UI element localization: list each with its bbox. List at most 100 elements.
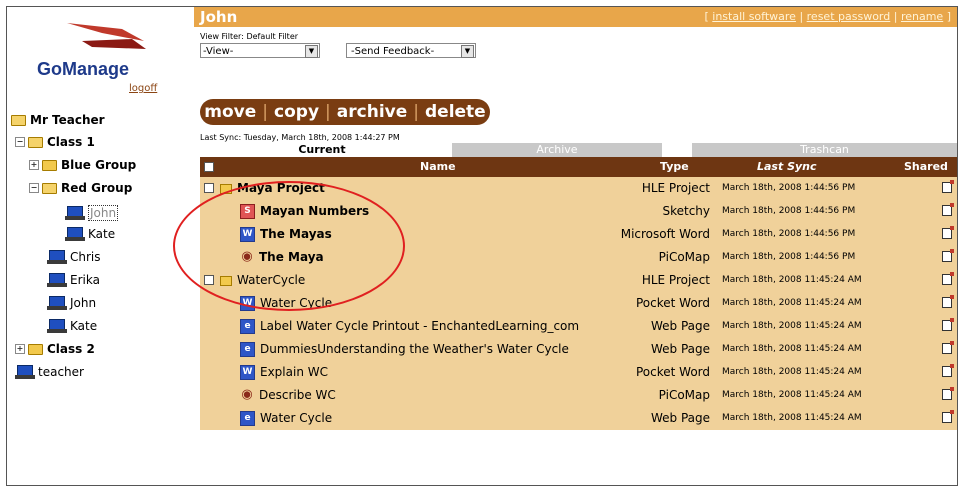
table-row[interactable]: e Label Water Cycle Printout - EnchantedL… [200, 315, 957, 338]
tree-node-class-2[interactable]: + Class 2 [15, 342, 95, 356]
tree-node-class-1[interactable]: − Class 1 [15, 135, 95, 149]
share-icon[interactable] [942, 341, 954, 354]
collapse-icon[interactable]: − [15, 137, 25, 147]
move-button[interactable]: move [204, 102, 256, 122]
row-name[interactable]: e DummiesUnderstanding the Weather's Wate… [240, 338, 569, 361]
dropdown-arrow-icon[interactable]: ▼ [305, 45, 318, 58]
folder-icon [11, 114, 26, 126]
row-checkbox[interactable] [204, 183, 214, 193]
row-name[interactable]: W Explain WC [240, 361, 328, 384]
share-icon[interactable] [942, 272, 954, 285]
tree-node-chris[interactable]: Chris [47, 250, 101, 264]
dropdown-arrow-icon[interactable]: ▼ [461, 45, 474, 58]
tab-current[interactable]: Current [222, 143, 422, 157]
computer-icon [15, 365, 35, 379]
tab-archive[interactable]: Archive [452, 143, 662, 157]
archive-button[interactable]: archive [337, 102, 407, 122]
tree-node-john-selected[interactable]: John [65, 205, 119, 221]
computer-icon [47, 273, 67, 287]
folder-icon [42, 159, 57, 171]
row-name-text: Describe WC [259, 388, 336, 402]
computer-icon [47, 296, 67, 310]
computer-icon [47, 319, 67, 333]
expand-icon[interactable]: + [15, 344, 25, 354]
web-page-icon: e [240, 319, 255, 334]
view-select[interactable]: -View- ▼ [200, 43, 320, 58]
tree-label: Kate [88, 227, 116, 241]
table-row[interactable]: e Water Cycle Web Page March 18th, 2008 11:… [200, 407, 957, 430]
expand-icon[interactable]: + [29, 160, 39, 170]
collapse-icon[interactable]: − [29, 183, 39, 193]
share-icon[interactable] [942, 318, 954, 331]
row-last-sync: March 18th, 2008 1:44:56 PM [722, 252, 856, 262]
tree-node-erika[interactable]: Erika [47, 273, 100, 287]
share-icon[interactable] [942, 410, 954, 423]
tab-bar: Current Archive Trashcan [222, 143, 957, 157]
table-header: Name Type Last Sync Shared [200, 157, 957, 177]
share-icon[interactable] [942, 364, 954, 377]
tree-node-mr-teacher[interactable]: Mr Teacher [11, 113, 105, 127]
tree-label: Red Group [61, 181, 133, 195]
row-name-text: Explain WC [260, 365, 328, 379]
row-last-sync: March 18th, 2008 11:45:24 AM [722, 390, 862, 400]
share-icon[interactable] [942, 203, 954, 216]
view-filter-label: View Filter: Default Filter [200, 32, 299, 41]
rename-link[interactable]: rename [901, 10, 943, 23]
logoff-link[interactable]: logoff [129, 83, 157, 94]
reset-password-link[interactable]: reset password [807, 10, 891, 23]
table-row[interactable]: e DummiesUnderstanding the Weather's Wate… [200, 338, 957, 361]
separator: | [325, 102, 331, 122]
tree-node-red-group[interactable]: − Red Group [29, 181, 132, 195]
send-feedback-select[interactable]: -Send Feedback- ▼ [346, 43, 476, 58]
select-all-checkbox[interactable] [204, 162, 214, 172]
table-row[interactable]: ◉ Describe WC PiCoMap March 18th, 2008 11:4… [200, 384, 957, 407]
row-type: Pocket Word [635, 365, 710, 379]
tree-node-teacher[interactable]: teacher [15, 365, 84, 379]
last-sync-text: Last Sync: Tuesday, March 18th, 2008 1:4… [200, 133, 400, 142]
tab-trashcan[interactable]: Trashcan [692, 143, 957, 157]
delete-button[interactable]: delete [425, 102, 486, 122]
install-software-link[interactable]: install software [712, 10, 796, 23]
table-row[interactable]: W Explain WC Pocket Word March 18th, 2008 1… [200, 361, 957, 384]
column-name[interactable]: Name [420, 160, 456, 173]
column-type[interactable]: Type [660, 160, 689, 173]
share-icon[interactable] [942, 249, 954, 262]
share-icon[interactable] [942, 387, 954, 400]
row-name-text: DummiesUnderstanding the Weather's Water… [260, 342, 569, 356]
tree-node-kate[interactable]: Kate [65, 227, 115, 241]
user-title: John [200, 8, 238, 26]
brand-name: GoManage [37, 59, 130, 79]
row-last-sync: March 18th, 2008 11:45:24 AM [722, 321, 862, 331]
folder-icon [28, 343, 43, 355]
separator: | [795, 10, 807, 23]
row-name[interactable]: e Water Cycle [240, 407, 332, 430]
copy-button[interactable]: copy [274, 102, 319, 122]
tree-node-john[interactable]: John [47, 296, 96, 310]
tree-label: Mr Teacher [30, 113, 105, 127]
share-icon[interactable] [942, 295, 954, 308]
tree-node-kate-2[interactable]: Kate [47, 319, 97, 333]
row-name[interactable]: e Label Water Cycle Printout - EnchantedL… [240, 315, 579, 338]
folder-icon [42, 182, 57, 194]
row-last-sync: March 18th, 2008 1:44:56 PM [722, 206, 856, 216]
header-links: [ install software | reset password | re… [704, 10, 951, 23]
view-select-value: -View- [203, 46, 234, 57]
computer-icon [65, 206, 85, 220]
row-type: PiCoMap [658, 250, 710, 264]
tree-label: Blue Group [61, 158, 137, 172]
folder-icon [28, 136, 43, 148]
row-last-sync: March 18th, 2008 11:45:24 AM [722, 298, 862, 308]
row-last-sync: March 18th, 2008 11:45:24 AM [722, 275, 862, 285]
row-type: Web Page [650, 411, 710, 425]
picomap-icon: ◉ [241, 387, 253, 402]
web-page-icon: e [240, 342, 255, 357]
column-last-sync[interactable]: Last Sync [757, 160, 817, 173]
row-name[interactable]: ◉ Describe WC [240, 384, 336, 407]
tree-label: Chris [70, 250, 101, 264]
tree-node-blue-group[interactable]: + Blue Group [29, 158, 136, 172]
share-icon[interactable] [942, 226, 954, 239]
row-type: Web Page [650, 342, 710, 356]
share-icon[interactable] [942, 180, 954, 193]
column-shared[interactable]: Shared [904, 160, 948, 173]
row-type: Microsoft Word [620, 227, 710, 241]
